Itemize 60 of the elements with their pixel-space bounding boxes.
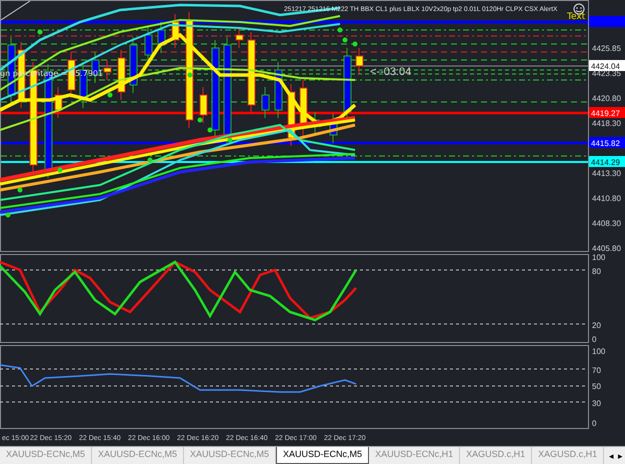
candle	[236, 26, 244, 48]
signal-dot	[58, 168, 62, 172]
signal-dot	[338, 28, 342, 32]
tab-scroll-button[interactable]: ◂	[607, 447, 616, 464]
price-marker	[589, 16, 625, 27]
oscillator-scale-label: 20	[592, 321, 601, 330]
signal-dot	[188, 72, 192, 78]
price-label: 4425.85	[592, 44, 621, 53]
smiley-icon	[574, 4, 584, 14]
candle	[118, 50, 126, 100]
indicator-scale-label: 70	[592, 366, 601, 375]
indicator-scale-label: 50	[592, 382, 601, 391]
price-label: 4424.04	[591, 62, 620, 71]
price-label: 4414.29	[591, 158, 620, 167]
oscillator-scale-label: 0	[592, 335, 596, 344]
candle	[104, 60, 112, 80]
price-label: 4410.80	[592, 194, 621, 203]
signal-dot	[38, 30, 42, 34]
price-label: 4423.35	[592, 69, 621, 78]
price-label: 4408.30	[592, 219, 621, 228]
indicator-scale-label: 100	[592, 347, 606, 356]
oscillator-scale-label: 100	[592, 253, 606, 262]
price-label: 4413.30	[592, 169, 621, 178]
candle	[330, 114, 338, 144]
tab-scroll-button[interactable]: ▸	[616, 447, 625, 464]
chart-tab[interactable]: XAUUSD-ECNc,H1	[369, 447, 460, 464]
candle	[300, 80, 308, 136]
signal-dot	[352, 42, 358, 46]
signal-dot	[198, 118, 202, 122]
chart-tab[interactable]: XAUUSD-ECNc,M5	[0, 447, 92, 464]
signal-dot	[228, 138, 232, 142]
candle	[200, 86, 208, 124]
candle	[130, 36, 138, 94]
signal-dot	[342, 38, 348, 42]
chart-tab[interactable]: XAGUSD.c,H1	[532, 447, 604, 464]
candle	[54, 86, 62, 118]
signal-dot	[148, 158, 152, 162]
text-label: Text	[567, 12, 586, 22]
candle	[356, 48, 364, 74]
candle	[262, 86, 270, 118]
indicator-scale-label: 0	[592, 419, 596, 428]
price-label: 4419.27	[591, 109, 620, 118]
chart-tab[interactable]: XAGUSD.c,H1	[460, 447, 532, 464]
countdown-text: <--03:04	[370, 66, 412, 78]
price-label: 4405.80	[592, 244, 621, 253]
candle	[158, 22, 166, 54]
candle	[172, 14, 180, 48]
price-label: 4418.30	[592, 119, 621, 128]
signal-dot	[18, 188, 22, 192]
chart-tab[interactable]: XAUUSD-ECNc,M5	[92, 447, 184, 464]
trend-line	[0, 0, 30, 20]
oscillator-scale-label: 80	[592, 267, 601, 276]
price-label: 4420.80	[592, 94, 621, 103]
signal-dot	[108, 92, 112, 98]
price-label: 4415.82	[591, 139, 620, 148]
indicator-scale-label: 30	[592, 399, 601, 408]
signal-dot	[208, 128, 212, 132]
signal-dot	[6, 212, 10, 218]
chart-tab[interactable]: XAUUSD-ECNc,M5	[276, 447, 370, 464]
candle	[274, 62, 282, 118]
